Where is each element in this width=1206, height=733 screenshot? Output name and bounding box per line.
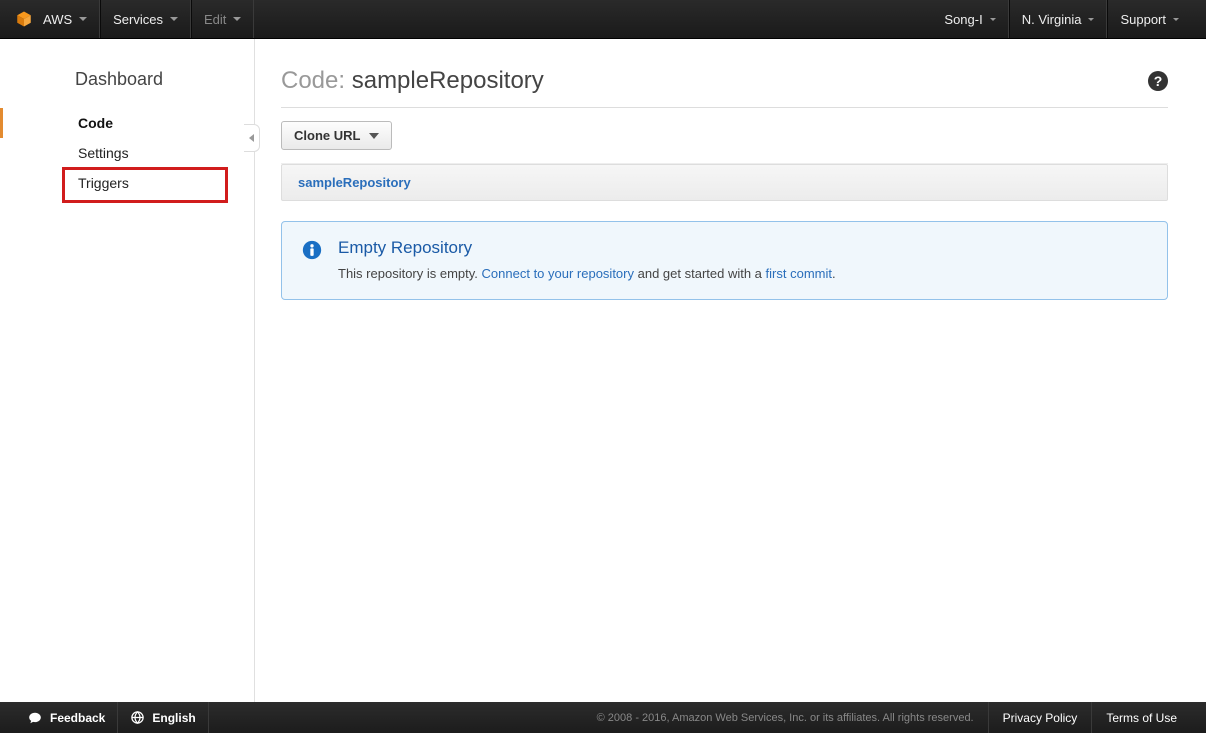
breadcrumb[interactable]: sampleRepository xyxy=(281,164,1168,201)
sidebar-item-label: Code xyxy=(78,115,113,131)
edit-menu[interactable]: Edit xyxy=(191,0,254,38)
main-layout: Dashboard Code Settings Triggers Code: s… xyxy=(0,39,1206,702)
sidebar-heading: Dashboard xyxy=(0,69,254,108)
support-label: Support xyxy=(1120,12,1166,27)
info-text: This repository is empty. Connect to you… xyxy=(338,266,836,281)
sidebar-item-label: Settings xyxy=(78,145,129,161)
terms-link[interactable]: Terms of Use xyxy=(1091,702,1191,733)
region-menu[interactable]: N. Virginia xyxy=(1009,0,1108,38)
sidebar-item-label: Triggers xyxy=(78,175,129,191)
chevron-down-icon xyxy=(369,133,379,139)
privacy-link[interactable]: Privacy Policy xyxy=(988,702,1092,733)
language-label: English xyxy=(152,711,195,725)
sidebar-item-code[interactable]: Code xyxy=(0,108,254,138)
info-title: Empty Repository xyxy=(338,238,836,258)
services-label: Services xyxy=(113,12,163,27)
breadcrumb-label: sampleRepository xyxy=(298,175,411,190)
language-button[interactable]: English xyxy=(118,702,208,733)
copyright-text: © 2008 - 2016, Amazon Web Services, Inc.… xyxy=(597,712,974,724)
chevron-left-icon xyxy=(249,134,254,142)
clone-url-label: Clone URL xyxy=(294,128,360,143)
sidebar-item-triggers[interactable]: Triggers xyxy=(0,168,254,198)
sidebar-item-settings[interactable]: Settings xyxy=(0,138,254,168)
services-menu[interactable]: Services xyxy=(100,0,191,38)
aws-label: AWS xyxy=(43,12,72,27)
info-box: Empty Repository This repository is empt… xyxy=(281,221,1168,300)
footer: Feedback English © 2008 - 2016, Amazon W… xyxy=(0,702,1206,733)
chevron-down-icon xyxy=(1173,18,1179,21)
globe-icon xyxy=(130,710,145,725)
user-menu[interactable]: Song-I xyxy=(944,0,1008,38)
aws-logo-menu[interactable]: AWS xyxy=(15,0,100,38)
clone-url-button[interactable]: Clone URL xyxy=(281,121,392,150)
chevron-down-icon xyxy=(1088,18,1094,21)
first-commit-link[interactable]: first commit xyxy=(766,266,832,281)
speech-bubble-icon xyxy=(27,711,43,725)
region-label: N. Virginia xyxy=(1022,12,1082,27)
sidebar-collapse-toggle[interactable] xyxy=(244,124,260,152)
support-menu[interactable]: Support xyxy=(1107,0,1191,38)
cube-icon xyxy=(15,10,33,28)
chevron-down-icon xyxy=(990,18,996,21)
info-content: Empty Repository This repository is empt… xyxy=(338,238,836,281)
chevron-down-icon xyxy=(170,17,178,21)
connect-link[interactable]: Connect to your repository xyxy=(482,266,634,281)
title-prefix: Code: xyxy=(281,67,352,94)
toolbar: Clone URL xyxy=(281,108,1168,164)
top-nav: AWS Services Edit Song-I N. Virginia Sup… xyxy=(0,0,1206,39)
feedback-label: Feedback xyxy=(50,711,105,725)
info-icon xyxy=(302,240,322,260)
user-label: Song-I xyxy=(944,12,982,27)
chevron-down-icon xyxy=(79,17,87,21)
sidebar: Dashboard Code Settings Triggers xyxy=(0,39,255,702)
content: Code: sampleRepository ? Clone URL sampl… xyxy=(255,39,1206,702)
help-icon[interactable]: ? xyxy=(1148,71,1168,91)
page-title: Code: sampleRepository ? xyxy=(281,67,1168,108)
repo-name: sampleRepository xyxy=(352,67,544,94)
feedback-button[interactable]: Feedback xyxy=(15,702,118,733)
edit-label: Edit xyxy=(204,12,226,27)
chevron-down-icon xyxy=(233,17,241,21)
